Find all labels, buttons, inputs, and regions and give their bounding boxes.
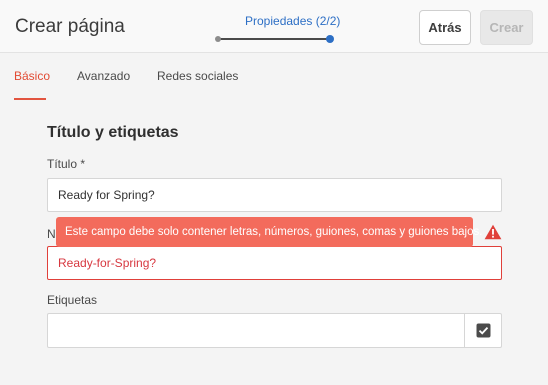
tab-redes-sociales[interactable]: Redes sociales [157,69,238,83]
tags-field[interactable] [47,313,502,348]
active-tab-indicator [14,98,46,100]
tag-picker-button[interactable] [464,314,501,347]
create-button[interactable]: Crear [480,10,533,45]
progress-line [219,38,327,40]
header-bar: Crear página Propiedades (2/2) Atrás Cre… [0,0,548,53]
tab-bar: Básico Avanzado Redes sociales [0,60,548,100]
check-square-icon [476,323,490,338]
wizard-step-label: Propiedades (2/2) [245,14,341,28]
page-title: Crear página [15,16,125,37]
wizard-progress [215,35,334,43]
tab-basico[interactable]: Básico [14,69,50,83]
back-button[interactable]: Atrás [419,10,471,45]
error-tooltip: Este campo debe solo contener letras, nú… [56,217,482,247]
warning-icon [484,224,502,240]
tags-label: Etiquetas [47,293,98,307]
step-1-dot[interactable] [215,36,221,42]
section-title: Título y etiquetas [47,124,179,141]
title-field[interactable]: Ready for Spring? [47,178,502,212]
name-field[interactable]: Ready-for-Spring? [47,246,502,280]
tab-avanzado[interactable]: Avanzado [77,69,130,83]
step-2-dot[interactable] [326,35,334,43]
title-label: Título * [47,157,86,171]
name-label: N [47,227,56,241]
